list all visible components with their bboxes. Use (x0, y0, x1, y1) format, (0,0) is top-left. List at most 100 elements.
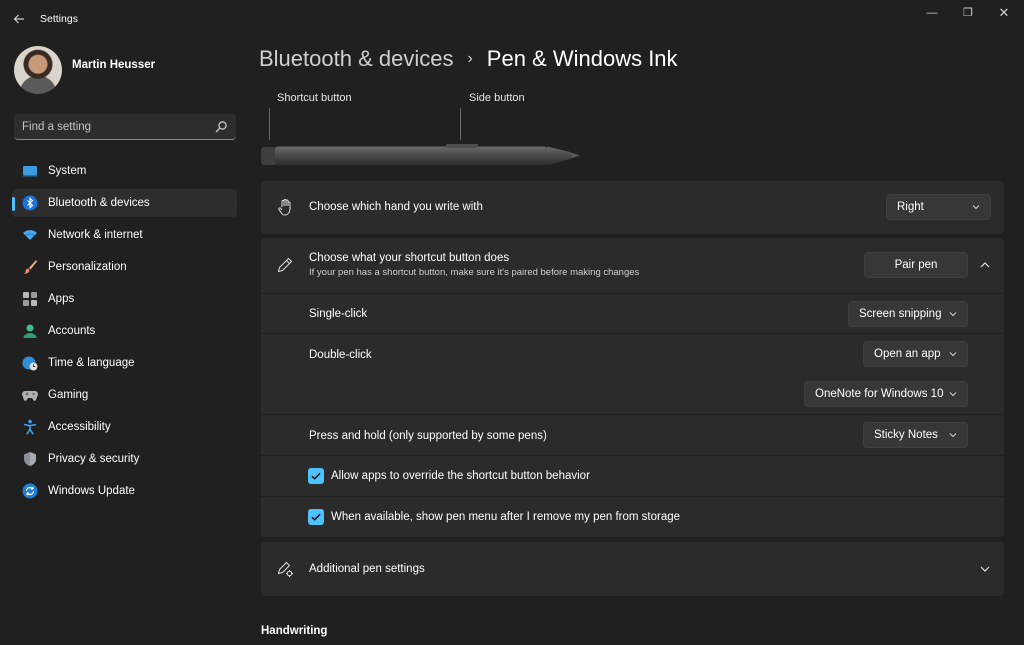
pen-settings-icon (277, 561, 293, 577)
chevron-up-icon[interactable] (975, 255, 995, 275)
chevron-down-icon (972, 205, 980, 210)
single-click-label: Single-click (309, 308, 368, 320)
press-hold-row: Press and hold (only supported by some p… (261, 415, 1004, 455)
sidebar-item-label: System (48, 165, 87, 177)
double-click-label: Double-click (309, 349, 372, 361)
back-arrow-icon (13, 14, 24, 24)
breadcrumb-parent[interactable]: Bluetooth & devices (259, 46, 453, 71)
allow-override-label: Allow apps to override the shortcut butt… (331, 470, 590, 482)
shortcut-setting-title: Choose what your shortcut button does (309, 252, 510, 264)
hand-setting-card: Choose which hand you write with Right (261, 181, 1004, 234)
sidebar-item-label: Windows Update (48, 485, 135, 497)
side-pointer-line (460, 108, 461, 140)
accessibility-icon (23, 419, 37, 435)
chevron-down-icon (949, 312, 957, 317)
sidebar-item-accessibility[interactable]: Accessibility (12, 413, 237, 441)
close-button[interactable]: ✕ (986, 4, 1022, 24)
chevron-down-icon (949, 392, 957, 397)
back-button[interactable] (8, 9, 30, 29)
sidebar-item-system[interactable]: System (12, 157, 237, 185)
brush-icon (23, 260, 37, 274)
search-box[interactable] (14, 114, 236, 140)
pen-diagram: Shortcut button Side button (260, 88, 590, 172)
breadcrumb: Bluetooth & devices › Pen & Windows Ink (259, 46, 678, 76)
press-hold-label: Press and hold (only supported by some p… (309, 430, 547, 442)
shortcut-setting-card: Choose what your shortcut button does If… (261, 238, 1004, 293)
double-click-app-value: OneNote for Windows 10 (815, 388, 944, 400)
pair-pen-button[interactable]: Pair pen (864, 252, 968, 278)
sidebar-item-label: Time & language (48, 357, 135, 369)
sidebar-item-label: Apps (48, 293, 75, 305)
sidebar-item-gaming[interactable]: Gaming (12, 381, 237, 409)
single-click-dropdown[interactable]: Screen snipping (848, 301, 968, 327)
restore-button[interactable]: ❐ (950, 4, 986, 24)
sidebar-item-label: Accounts (48, 325, 96, 337)
double-click-dropdown[interactable]: Open an app (863, 341, 968, 367)
apps-icon (23, 292, 37, 306)
sidebar-item-accounts[interactable]: Accounts (12, 317, 237, 345)
sidebar-item-bluetooth[interactable]: Bluetooth & devices (12, 189, 237, 217)
search-input[interactable] (22, 120, 202, 134)
minimize-button[interactable]: — (914, 4, 950, 24)
app-title: Settings (40, 13, 78, 25)
sidebar-item-label: Accessibility (48, 421, 111, 433)
sidebar-item-windows-update[interactable]: Windows Update (12, 477, 237, 505)
shortcut-setting-subtitle: If your pen has a shortcut button, make … (309, 267, 640, 278)
hand-icon (278, 199, 291, 216)
sidebar-item-label: Personalization (48, 261, 127, 273)
checkmark-icon (311, 513, 321, 521)
chevron-down-icon (949, 352, 957, 357)
globe-clock-icon (22, 356, 38, 371)
single-click-value: Screen snipping (859, 308, 942, 320)
press-hold-value: Sticky Notes (874, 429, 938, 441)
sidebar-item-privacy[interactable]: Privacy & security (12, 445, 237, 473)
sidebar-item-label: Network & internet (48, 229, 143, 241)
breadcrumb-separator: › (467, 50, 473, 67)
single-click-row: Single-click Screen snipping (261, 294, 1004, 333)
show-pen-menu-row: When available, show pen menu after I re… (261, 497, 1004, 537)
sidebar-item-label: Bluetooth & devices (48, 197, 150, 209)
update-icon (22, 483, 38, 499)
show-pen-menu-label: When available, show pen menu after I re… (331, 511, 681, 523)
profile-name: Martin Heusser (72, 59, 156, 71)
side-button-label: Side button (469, 92, 525, 104)
chevron-down-icon (949, 433, 957, 438)
bluetooth-icon (22, 195, 38, 211)
double-click-row: Double-click Open an app OneNote for Win… (261, 334, 1004, 414)
hand-setting-title: Choose which hand you write with (309, 201, 483, 213)
user-profile[interactable]: Martin Heusser (14, 46, 234, 94)
sidebar-nav: System Bluetooth & devices Network & int… (12, 157, 237, 509)
sidebar-item-apps[interactable]: Apps (12, 285, 237, 313)
double-click-value: Open an app (874, 348, 941, 360)
checkmark-icon (311, 472, 321, 480)
show-pen-menu-checkbox[interactable] (308, 509, 324, 525)
shield-icon (24, 452, 36, 466)
additional-pen-settings-title: Additional pen settings (309, 563, 425, 575)
title-bar: Settings — ❐ ✕ (0, 0, 1024, 38)
chevron-down-icon[interactable] (975, 559, 995, 579)
sidebar-item-personalization[interactable]: Personalization (12, 253, 237, 281)
avatar (14, 46, 62, 94)
sidebar-item-label: Gaming (48, 389, 89, 401)
shortcut-pointer-line (269, 108, 270, 140)
sidebar-item-network[interactable]: Network & internet (12, 221, 237, 249)
pen-illustration (261, 144, 580, 166)
wifi-icon (23, 230, 37, 240)
pen-icon (277, 257, 293, 273)
sidebar-item-time-language[interactable]: Time & language (12, 349, 237, 377)
page-title: Pen & Windows Ink (486, 46, 678, 71)
handwriting-heading: Handwriting (261, 625, 328, 637)
search-icon[interactable] (214, 120, 228, 134)
hand-dropdown[interactable]: Right (886, 194, 991, 220)
double-click-app-dropdown[interactable]: OneNote for Windows 10 (804, 381, 968, 407)
shortcut-button-label: Shortcut button (277, 92, 352, 104)
system-icon (23, 166, 37, 177)
additional-pen-settings-card[interactable]: Additional pen settings (261, 542, 1004, 596)
allow-override-row: Allow apps to override the shortcut butt… (261, 456, 1004, 496)
sidebar-item-label: Privacy & security (48, 453, 140, 465)
hand-dropdown-value: Right (897, 201, 924, 213)
accounts-icon (23, 324, 37, 338)
allow-override-checkbox[interactable] (308, 468, 324, 484)
press-hold-dropdown[interactable]: Sticky Notes (863, 422, 968, 448)
gamepad-icon (22, 391, 38, 401)
